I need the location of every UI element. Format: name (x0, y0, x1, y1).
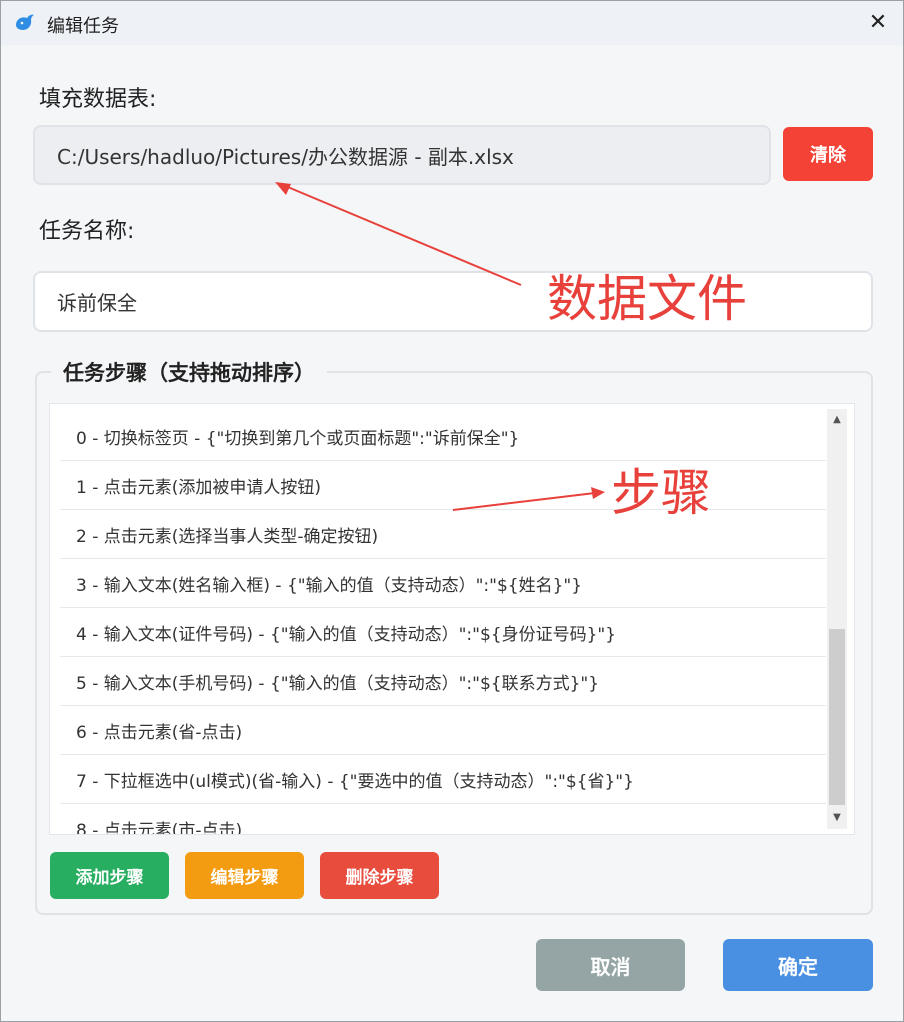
delete-step-button[interactable]: 删除步骤 (320, 852, 439, 899)
task-name-label: 任务名称: (39, 219, 135, 244)
list-item[interactable]: 3 - 输入文本(姓名输入框) - {"输入的值（支持动态）":"${姓名}"} (60, 559, 826, 608)
task-name-input[interactable]: 诉前保全 (33, 271, 873, 332)
cancel-button[interactable]: 取消 (536, 939, 685, 991)
annotation-data-file: 数据文件 (547, 270, 747, 328)
steps-scrollbar[interactable]: ▲ ▼ (827, 409, 847, 829)
edit-task-dialog: 编辑任务 ✕ 填充数据表: C:/Users/hadluo/Pictures/办… (0, 0, 904, 1022)
data-table-path-field[interactable]: C:/Users/hadluo/Pictures/办公数据源 - 副本.xlsx (33, 125, 771, 185)
list-item[interactable]: 8 - 点击元素(市-点击) (60, 804, 826, 835)
triangle-up-icon[interactable]: ▲ (827, 411, 847, 429)
close-icon[interactable]: ✕ (861, 7, 895, 39)
list-item[interactable]: 1 - 点击元素(添加被申请人按钮) (60, 461, 826, 510)
steps-groupbox-title: 任务步骤（支持拖动排序） (51, 357, 327, 387)
triangle-down-icon[interactable]: ▼ (827, 809, 847, 827)
list-item[interactable]: 5 - 输入文本(手机号码) - {"输入的值（支持动态）":"${联系方式}"… (60, 657, 826, 706)
title-bar: 编辑任务 ✕ (1, 1, 903, 45)
whale-icon (16, 14, 34, 30)
list-item[interactable]: 4 - 输入文本(证件号码) - {"输入的值（支持动态）":"${身份证号码}… (60, 608, 826, 657)
scrollbar-thumb[interactable] (829, 629, 845, 805)
task-name-value: 诉前保全 (57, 291, 137, 315)
list-item[interactable]: 6 - 点击元素(省-点击) (60, 706, 826, 755)
data-file-arrow-line (282, 184, 522, 286)
clear-button[interactable]: 清除 (783, 127, 873, 181)
data-table-path-value: C:/Users/hadluo/Pictures/办公数据源 - 副本.xlsx (57, 144, 514, 169)
edit-step-button[interactable]: 编辑步骤 (185, 852, 304, 899)
confirm-button[interactable]: 确定 (723, 939, 873, 991)
steps-list[interactable]: 0 - 切换标签页 - {"切换到第几个或页面标题":"诉前保全"} 1 - 点… (49, 403, 855, 835)
annotation-steps: 步骤 (611, 464, 711, 522)
list-item[interactable]: 2 - 点击元素(选择当事人类型-确定按钮) (60, 510, 826, 559)
list-item[interactable]: 0 - 切换标签页 - {"切换到第几个或页面标题":"诉前保全"} (60, 412, 826, 461)
add-step-button[interactable]: 添加步骤 (50, 852, 169, 899)
list-item[interactable]: 7 - 下拉框选中(ul模式)(省-输入) - {"要选中的值（支持动态）":"… (60, 755, 826, 804)
window-title: 编辑任务 (47, 16, 119, 37)
data-table-label: 填充数据表: (39, 87, 157, 112)
